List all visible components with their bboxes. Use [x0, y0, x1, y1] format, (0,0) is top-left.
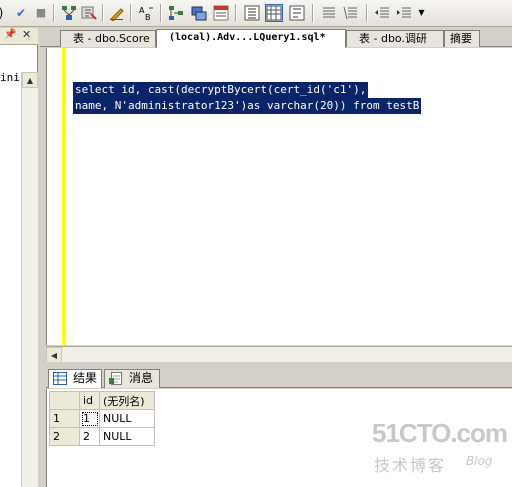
- tab-query-sql[interactable]: (local).Adv...LQuery1.sql*: [156, 29, 346, 48]
- panel-vertical-scrollbar[interactable]: ▲: [21, 72, 38, 487]
- change-tracking-bar: [62, 48, 66, 345]
- display-estimated-plan-icon[interactable]: [60, 4, 78, 22]
- row-number[interactable]: 1: [49, 409, 80, 428]
- message-icon: [109, 372, 122, 385]
- sql-editor[interactable]: select id, cast(decryptBycert(cert_id('c…: [46, 48, 512, 345]
- increase-indent-icon[interactable]: [395, 4, 413, 22]
- cell-value[interactable]: NULL: [99, 409, 155, 428]
- query-toolbar: ) ✔ ■ AB ▼: [0, 0, 512, 27]
- grid-icon: [53, 372, 67, 385]
- include-client-statistics-icon[interactable]: [190, 4, 208, 22]
- watermark-site: 51CTO.com: [372, 418, 508, 448]
- specify-template-values-icon[interactable]: AB: [138, 4, 156, 22]
- code-line[interactable]: name, N'administrator123')as varchar(20)…: [73, 98, 422, 114]
- header-row: id (无列名): [49, 391, 155, 410]
- tab-survey-table[interactable]: 表 - dbo.调研: [346, 30, 444, 47]
- intellisense-icon[interactable]: [108, 4, 126, 22]
- decrease-indent-icon[interactable]: [373, 4, 391, 22]
- paren-fragment-icon: ): [0, 4, 10, 22]
- panel-header: 📌 ✕: [0, 28, 38, 45]
- code-line[interactable]: select id, cast(decryptBycert(cert_id('c…: [73, 82, 369, 98]
- close-icon[interactable]: ✕: [22, 28, 31, 41]
- toolbar-options-icon[interactable]: ▼: [416, 4, 427, 22]
- results-to-file-icon[interactable]: [265, 4, 283, 22]
- object-explorer-panel: 📌 ✕ ini ▲: [0, 28, 38, 487]
- results-options-icon[interactable]: [288, 4, 306, 22]
- results-tabs: 结果 消息: [46, 368, 512, 388]
- results-grid[interactable]: id (无列名) 1 1 NULL 2 2 NULL: [49, 391, 155, 446]
- svg-text:B: B: [145, 13, 151, 21]
- cell-id[interactable]: 1: [79, 409, 100, 428]
- table-row[interactable]: 1 1 NULL: [49, 409, 155, 428]
- comment-icon[interactable]: [320, 4, 338, 22]
- panel-text-fragment: ini: [0, 71, 20, 84]
- scroll-left-icon[interactable]: ◀: [46, 347, 62, 363]
- cell-value[interactable]: NULL: [99, 427, 155, 446]
- tab-results[interactable]: 结果: [48, 369, 102, 388]
- cancel-query-icon[interactable]: ■: [32, 4, 50, 22]
- uncomment-icon[interactable]: [342, 4, 360, 22]
- tab-score-table[interactable]: 表 - dbo.Score: [60, 30, 156, 47]
- watermark: 51CTO.com 技术博客 Blog: [372, 418, 508, 478]
- tab-messages-label: 消息: [129, 371, 154, 385]
- editor-horizontal-scrollbar[interactable]: ◀: [46, 346, 512, 363]
- pin-icon[interactable]: 📌: [4, 29, 16, 40]
- watermark-subtitle: 技术博客: [374, 456, 447, 475]
- column-header-id[interactable]: id: [79, 391, 100, 410]
- tab-summary[interactable]: 摘要: [444, 30, 480, 47]
- table-row[interactable]: 2 2 NULL: [49, 427, 155, 446]
- include-actual-plan-icon[interactable]: [167, 4, 185, 22]
- watermark-blog: Blog: [466, 454, 493, 468]
- document-tabs: 表 - dbo.Score (local).Adv...LQuery1.sql*…: [40, 28, 512, 48]
- row-number[interactable]: 2: [49, 427, 80, 446]
- column-header-noname[interactable]: (无列名): [99, 391, 155, 410]
- cell-id[interactable]: 2: [79, 427, 100, 446]
- tab-results-label: 结果: [73, 371, 98, 385]
- scroll-up-icon[interactable]: ▲: [22, 72, 38, 88]
- query-options-icon[interactable]: [80, 4, 98, 22]
- parse-icon[interactable]: ✔: [12, 4, 30, 22]
- results-to-grid-icon[interactable]: [243, 4, 261, 22]
- tab-messages[interactable]: 消息: [104, 369, 160, 388]
- results-to-text-icon[interactable]: [212, 4, 230, 22]
- corner-cell[interactable]: [49, 391, 80, 410]
